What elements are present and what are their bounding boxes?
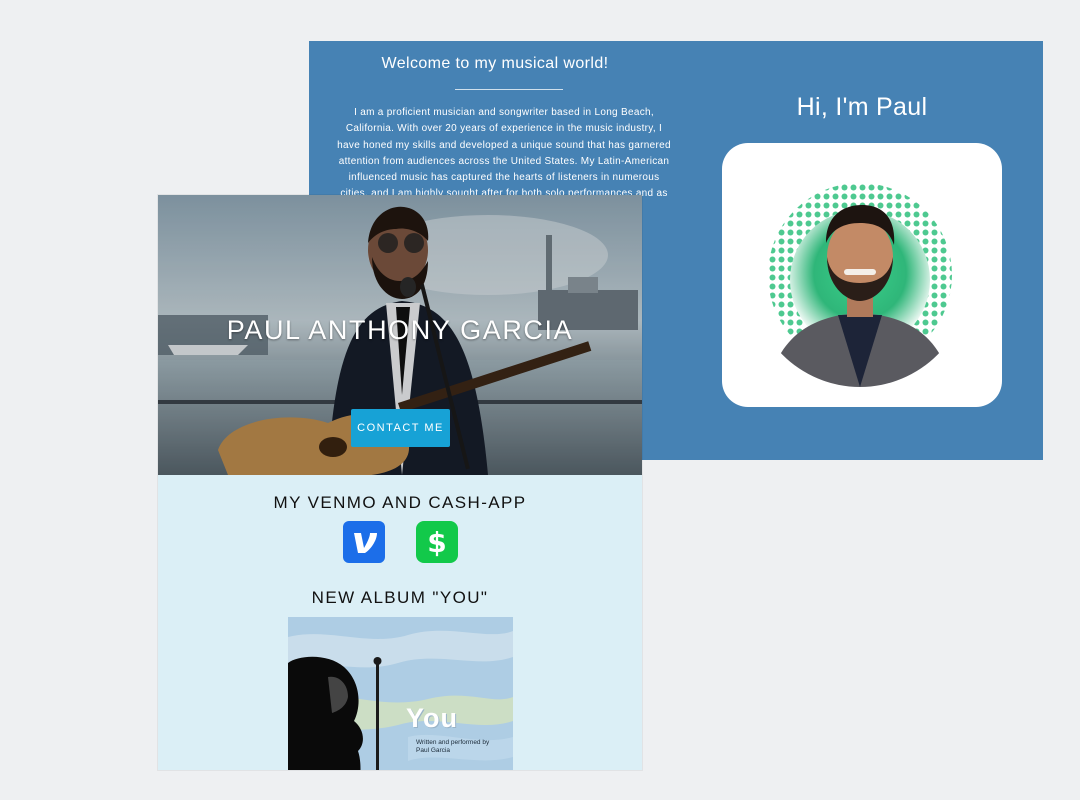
profile-photo [750, 165, 970, 387]
artist-name: PAUL ANTHONY GARCIA [226, 315, 574, 345]
svg-text:$: $ [427, 526, 446, 559]
venmo-icon [354, 533, 377, 553]
bio-line: California. With over 20 years of experi… [345, 123, 663, 135]
album-credit-line-1: Written and performed by [416, 739, 490, 746]
welcome-title: Welcome to my musical world! [381, 55, 609, 72]
bio-line: attention from audiences across the Unit… [338, 155, 670, 167]
contact-me-button[interactable]: CONTACT ME [351, 409, 450, 447]
album-cover-title: You [406, 703, 458, 733]
venmo-link[interactable] [343, 521, 385, 563]
album-credit-line-2: Paul Garcia [416, 747, 450, 754]
bio-line: have honed my skills and developed a uni… [337, 139, 671, 151]
greeting-title: Hi, I'm Paul [796, 93, 928, 121]
profile-photo-card [722, 143, 1002, 407]
payments-title: MY VENMO AND CASH-APP [273, 493, 527, 512]
hero-banner: PAUL ANTHONY GARCIA CONTACT ME [158, 195, 642, 475]
album-cover[interactable]: You Written and performed by Paul Garcia [288, 617, 513, 770]
bio-text: I am a proficient musician and songwrite… [325, 105, 683, 203]
cashapp-link[interactable]: $ [416, 521, 458, 563]
bio-line: influenced music has captured the hearts… [348, 172, 660, 184]
bio-line: I am a proficient musician and songwrite… [354, 107, 654, 118]
home-page: PAUL ANTHONY GARCIA CONTACT ME MY VENMO … [158, 195, 642, 770]
cashapp-icon: $ [427, 526, 446, 559]
album-cover-credit: Written and performed by Paul Garcia [416, 739, 512, 755]
title-divider [455, 89, 563, 90]
album-title: NEW ALBUM "YOU" [311, 588, 489, 607]
